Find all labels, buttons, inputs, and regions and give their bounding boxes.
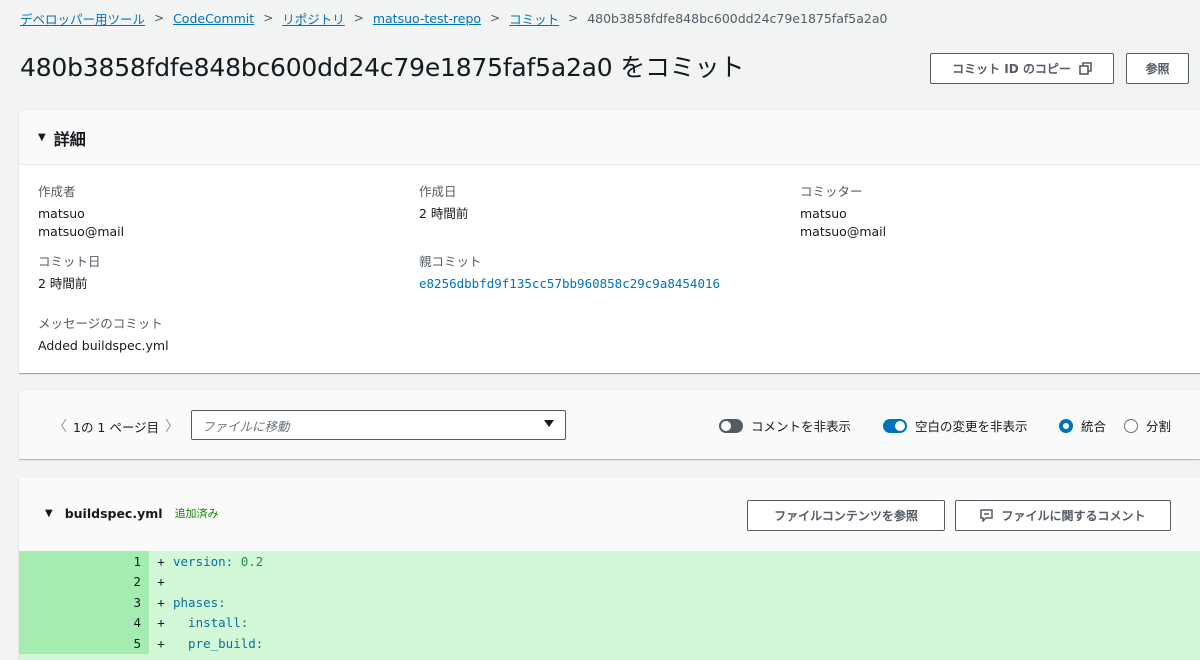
- file-diff-header: ▼ buildspec.yml 追加済み ファイルコンテンツを参照 ファイルに関…: [19, 478, 1200, 551]
- toggle-on-icon: [883, 418, 907, 433]
- hide-comments-label: コメントを非表示: [751, 419, 852, 434]
- breadcrumb-repositories[interactable]: リポジトリ: [282, 9, 345, 28]
- radio-selected-icon: [1059, 418, 1073, 433]
- author-field: 作成者 matsuo matsuo@mail: [38, 181, 124, 241]
- file-comment-button[interactable]: ファイルに関するコメント: [955, 500, 1171, 531]
- details-title: 詳細: [53, 129, 86, 149]
- diff-prefix: +: [157, 553, 165, 569]
- committer-label: コミッター: [800, 184, 863, 199]
- caret-down-icon: ▼: [45, 507, 53, 519]
- message-field: メッセージのコミット Added buildspec.yml: [38, 313, 169, 355]
- commit-date-field: コミット日 2 時間前: [38, 251, 101, 293]
- diff-prefix: +: [157, 615, 165, 631]
- radio-unselected-icon: [1124, 418, 1138, 433]
- line-number: 2: [19, 571, 149, 592]
- diff-line: 5 + pre_build:: [19, 633, 1200, 654]
- diff-line: 4 + install:: [19, 612, 1200, 633]
- hide-whitespace-label: 空白の変更を非表示: [915, 419, 1028, 434]
- parent-commit-link[interactable]: e8256dbbfd9f135cc57bb960858c29c9a8454016: [419, 275, 720, 293]
- breadcrumb-repo[interactable]: matsuo-test-repo: [373, 11, 481, 26]
- created-field: 作成日 2 時間前: [419, 181, 468, 223]
- parent-commit-label: 親コミット: [419, 254, 482, 269]
- code-text: phases:: [173, 594, 226, 610]
- committer-email: matsuo@mail: [800, 224, 887, 239]
- view-split-label: 分割: [1146, 419, 1172, 434]
- pagination: 〈 1の 1 ページ目 〉: [47, 416, 185, 436]
- file-name: buildspec.yml: [64, 505, 163, 521]
- diff-prefix: +: [157, 635, 165, 651]
- message-value: Added buildspec.yml: [38, 338, 169, 353]
- line-number: 3: [19, 592, 149, 613]
- chevron-left-icon[interactable]: 〈: [53, 416, 67, 436]
- view-file-content-button[interactable]: ファイルコンテンツを参照: [747, 500, 945, 531]
- line-number: 1: [19, 551, 149, 572]
- diff-code: 1 + version: 0.2 2 + 3 + phases: 4 + ins…: [19, 551, 1200, 660]
- breadcrumb-current: 480b3858fdfe848bc600dd24c79e1875faf5a2a0: [587, 10, 888, 26]
- view-unified-label: 統合: [1081, 419, 1107, 434]
- line-number: 4: [19, 612, 149, 633]
- caret-down-icon: ▼: [38, 132, 46, 143]
- copy-commit-id-button[interactable]: コミット ID のコピー: [930, 53, 1114, 84]
- created-label: 作成日: [419, 184, 457, 199]
- view-split-radio[interactable]: 分割: [1124, 416, 1171, 435]
- goto-file-select[interactable]: ファイルに移動: [191, 410, 566, 440]
- file-comment-label: ファイルに関するコメント: [1001, 509, 1146, 523]
- chevron-right-icon[interactable]: 〉: [165, 416, 179, 436]
- chevron-right-icon: >: [154, 11, 165, 25]
- pagination-text: 1の 1 ページ目: [73, 419, 160, 435]
- line-number: 5: [19, 633, 149, 654]
- author-email: matsuo@mail: [38, 224, 125, 239]
- chevron-right-icon: >: [353, 11, 364, 25]
- diff-line: 2 +: [19, 571, 1200, 592]
- file-status-badge: 追加済み: [174, 507, 219, 520]
- chevron-right-icon: >: [263, 11, 274, 25]
- message-label: メッセージのコミット: [38, 316, 163, 331]
- goto-file-placeholder: ファイルに移動: [202, 418, 290, 434]
- page-title: 480b3858fdfe848bc600dd24c79e1875faf5a2a0…: [20, 53, 745, 82]
- hide-whitespace-toggle[interactable]: 空白の変更を非表示: [883, 416, 1028, 435]
- copy-icon: [1079, 62, 1092, 75]
- breadcrumb-codecommit[interactable]: CodeCommit: [173, 11, 254, 26]
- committer-field: コミッター matsuo matsuo@mail: [800, 181, 886, 241]
- committer-name: matsuo: [800, 206, 847, 221]
- diff-prefix: +: [157, 574, 165, 590]
- parent-commit-field: 親コミット e8256dbbfd9f135cc57bb960858c29c9a8…: [419, 251, 720, 293]
- breadcrumb: デベロッパー用ツール > CodeCommit > リポジトリ > matsuo…: [20, 9, 887, 27]
- diff-line: 1 + version: 0.2: [19, 551, 1200, 572]
- breadcrumb-commits[interactable]: コミット: [509, 9, 559, 28]
- view-unified-radio[interactable]: 統合: [1059, 416, 1106, 435]
- details-panel-header[interactable]: ▼ 詳細: [19, 111, 1200, 165]
- caret-down-icon: [544, 420, 554, 427]
- author-name: matsuo: [38, 206, 85, 221]
- details-panel: ▼ 詳細 作成者 matsuo matsuo@mail 作成日 2 時間前 コミ…: [19, 111, 1200, 373]
- copy-commit-id-label: コミット ID のコピー: [952, 62, 1071, 76]
- commit-date-label: コミット日: [38, 254, 101, 269]
- commit-date-value: 2 時間前: [38, 276, 88, 291]
- author-label: 作成者: [38, 184, 76, 199]
- code-text: pre_build:: [173, 635, 264, 651]
- file-title[interactable]: ▼ buildspec.yml 追加済み: [45, 505, 219, 521]
- breadcrumb-developer-tools[interactable]: デベロッパー用ツール: [20, 9, 145, 28]
- toggle-off-icon: [719, 418, 743, 433]
- hide-comments-toggle[interactable]: コメントを非表示: [719, 416, 851, 435]
- chevron-right-icon: >: [568, 11, 579, 25]
- comment-icon: [980, 509, 994, 522]
- file-diff-panel: ▼ buildspec.yml 追加済み ファイルコンテンツを参照 ファイルに関…: [19, 478, 1200, 660]
- diff-prefix: +: [157, 594, 165, 610]
- diff-line: 3 + phases:: [19, 592, 1200, 613]
- code-number: 0.2: [240, 553, 264, 569]
- code-text: install:: [173, 615, 249, 631]
- created-value: 2 時間前: [419, 206, 469, 221]
- chevron-right-icon: >: [490, 11, 501, 25]
- browse-button[interactable]: 参照: [1126, 53, 1189, 84]
- diff-toolbar: 〈 1の 1 ページ目 〉 ファイルに移動 コメントを非表示 空白の変更を非表示…: [19, 391, 1200, 459]
- code-text: version:: [173, 553, 241, 569]
